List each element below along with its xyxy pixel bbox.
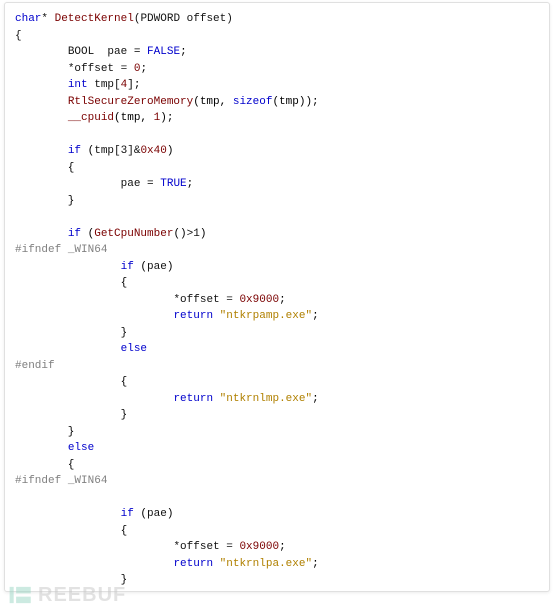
return-type: char bbox=[15, 13, 41, 25]
code-content: char* DetectKernel(PDWORD offset) { BOOL… bbox=[15, 11, 539, 592]
param-name: offset bbox=[187, 13, 227, 25]
string-ntkrnlmp: "ntkrnlmp.exe" bbox=[220, 393, 312, 405]
preprocessor-ifndef-2: #ifndef _WIN64 bbox=[15, 475, 107, 487]
code-block: char* DetectKernel(PDWORD offset) { BOOL… bbox=[4, 2, 550, 592]
preprocessor-endif: #endif bbox=[15, 360, 55, 372]
string-ntkrnlpa: "ntkrnlpa.exe" bbox=[220, 558, 312, 570]
function-name: DetectKernel bbox=[55, 13, 134, 25]
param-type: PDWORD bbox=[140, 13, 180, 25]
preprocessor-ifndef: #ifndef _WIN64 bbox=[15, 244, 107, 256]
string-ntkrpamp: "ntkrpamp.exe" bbox=[220, 310, 312, 322]
